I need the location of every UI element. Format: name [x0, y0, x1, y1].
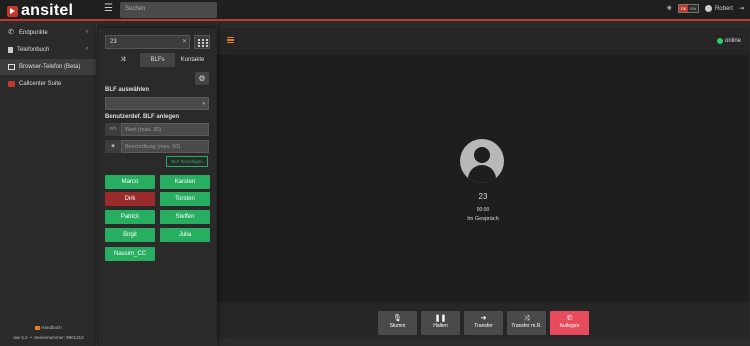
hangup-icon: ✆	[566, 315, 573, 322]
blf-select-label: BLF auswählen	[105, 87, 150, 93]
user-icon	[704, 5, 712, 12]
handbook-link[interactable]: Handbuch	[0, 325, 97, 330]
caption-field: ◆ Beschriftung (max. 50)	[105, 140, 209, 153]
tab-settings[interactable]: ⤨	[105, 53, 140, 67]
lang-en[interactable]: EN	[688, 5, 698, 12]
language-switch[interactable]: DE EN	[677, 4, 699, 13]
mute-label: Stumm	[389, 323, 406, 329]
hamburger-icon[interactable]	[227, 37, 234, 43]
chevron-left-icon: ‹	[86, 46, 88, 52]
call-state: Im Gespräch	[467, 216, 499, 222]
add-blf-button[interactable]: BLF hinzufügen	[166, 156, 208, 167]
avatar	[460, 139, 504, 183]
sidebar-item-callcenter[interactable]: Callcenter Suite	[0, 76, 96, 92]
sidebar-item-telefonbuch[interactable]: Telefonbuch ‹	[0, 42, 96, 58]
call-area: online 23 00:00 Im Gespräch 🎙 Stumm ❚❚ H…	[217, 28, 749, 338]
top-right-tools: ❋ DE EN Robert ⇥	[667, 4, 744, 13]
sidebar-item-label: Endpunkte	[19, 30, 48, 36]
chevron-down-icon: ▾	[202, 101, 205, 107]
tag-icon: ◆	[105, 140, 121, 153]
play-logo-icon	[7, 5, 18, 17]
attended-transfer-button[interactable]: ⤨ Transfer m.R.	[507, 311, 546, 335]
version-text: awi 5.2	[13, 335, 28, 340]
phone-icon: ✆	[8, 29, 14, 36]
book-icon	[8, 47, 13, 53]
hangup-button[interactable]: ✆ Auflegen	[550, 311, 589, 335]
value-input[interactable]: Wert (max. 30)	[121, 123, 209, 136]
blf-button[interactable]: Karsten	[160, 175, 210, 189]
blf-button[interactable]: Patrick	[105, 210, 155, 224]
call-number: 23	[478, 192, 488, 201]
user-name: Robert	[714, 5, 733, 12]
tab-blfs[interactable]: BLFs	[140, 53, 175, 67]
value-field: </> Wert (max. 30)	[105, 123, 209, 136]
version-footer: awi 5.2 • Seriennummer: 9901313	[13, 335, 84, 340]
menu-toggle-icon[interactable]: ☰	[104, 3, 113, 14]
pause-icon: ❚❚	[434, 315, 447, 322]
search-input[interactable]: Suchen	[120, 2, 217, 18]
book-icon	[35, 325, 41, 330]
sidebar-item-browser-telefon[interactable]: Browser-Telefon (Beta)	[0, 59, 96, 75]
handbook-label: Handbuch	[41, 325, 62, 330]
top-bar: ansitel ☰ Suchen ❋ DE EN Robert ⇥	[0, 0, 750, 21]
settings-icon[interactable]: ❋	[667, 5, 672, 12]
blf-button[interactable]: Steffen	[160, 210, 210, 224]
hold-label: Halten	[433, 323, 448, 329]
call-timer: 00:00	[476, 207, 490, 213]
status-text: online	[724, 38, 741, 44]
panel-tabs: ⤨ BLFs Kontakte	[105, 53, 210, 67]
blf-button[interactable]: Julia	[160, 228, 210, 242]
dialpad-icon[interactable]	[194, 35, 210, 49]
status-badge: online	[716, 38, 741, 44]
monitor-icon	[8, 64, 15, 70]
serial-text: Seriennummer: 9901313	[34, 335, 84, 340]
blf-button[interactable]: Nassim_CC	[105, 247, 155, 261]
blf-select[interactable]: ▾	[105, 97, 209, 110]
blf-button[interactable]: Torsten	[160, 192, 210, 206]
brand-logo[interactable]: ansitel	[7, 2, 73, 20]
blf-button[interactable]: Birgit	[105, 228, 155, 242]
chevron-left-icon: ‹	[86, 29, 88, 35]
lang-de[interactable]: DE	[678, 5, 689, 12]
hold-button[interactable]: ❚❚ Halten	[421, 311, 460, 335]
custom-blf-label: Benutzerdef. BLF anlegen	[105, 114, 180, 120]
caption-input[interactable]: Beschriftung (max. 50)	[121, 140, 209, 153]
gear-icon[interactable]: ⚙	[195, 72, 209, 85]
clear-icon[interactable]: ✕	[182, 38, 187, 45]
sidebar-item-label: Browser-Telefon (Beta)	[19, 64, 81, 70]
shuffle-icon: ⤨	[523, 315, 530, 322]
hangup-label: Auflegen	[559, 323, 580, 329]
blf-button[interactable]: Dirk	[105, 192, 155, 206]
sidebar-item-label: Callcenter Suite	[19, 81, 62, 87]
transfer-label: Transfer	[474, 323, 493, 329]
mute-button[interactable]: 🎙 Stumm	[378, 311, 417, 335]
transfer-button[interactable]: ➜ Transfer	[464, 311, 503, 335]
user-menu[interactable]: Robert	[704, 5, 733, 12]
arrow-right-icon: ➜	[480, 315, 487, 322]
check-circle-icon	[716, 38, 723, 44]
callcenter-icon	[8, 81, 15, 87]
brand-name: ansitel	[21, 2, 74, 19]
code-icon: </>	[105, 123, 121, 136]
logout-icon[interactable]: ⇥	[739, 5, 744, 12]
sidebar: ✆ Endpunkte ‹ Telefonbuch ‹ Browser-Tele…	[0, 23, 97, 346]
microphone-icon: 🎙	[393, 315, 402, 322]
shuffle-icon: ⤨	[120, 57, 125, 63]
dial-input[interactable]: 23	[105, 35, 190, 49]
tab-kontakte[interactable]: Kontakte	[175, 53, 210, 67]
sidebar-item-label: Telefonbuch	[17, 47, 50, 53]
blf-button[interactable]: Marco	[105, 175, 155, 189]
call-header: online	[217, 28, 749, 55]
phone-panel: 23 ✕ ⤨ BLFs Kontakte ⚙ BLF auswählen ▾ B…	[98, 28, 217, 346]
attended-transfer-label: Transfer m.R.	[511, 323, 542, 329]
sidebar-item-endpunkte[interactable]: ✆ Endpunkte ‹	[0, 25, 96, 41]
